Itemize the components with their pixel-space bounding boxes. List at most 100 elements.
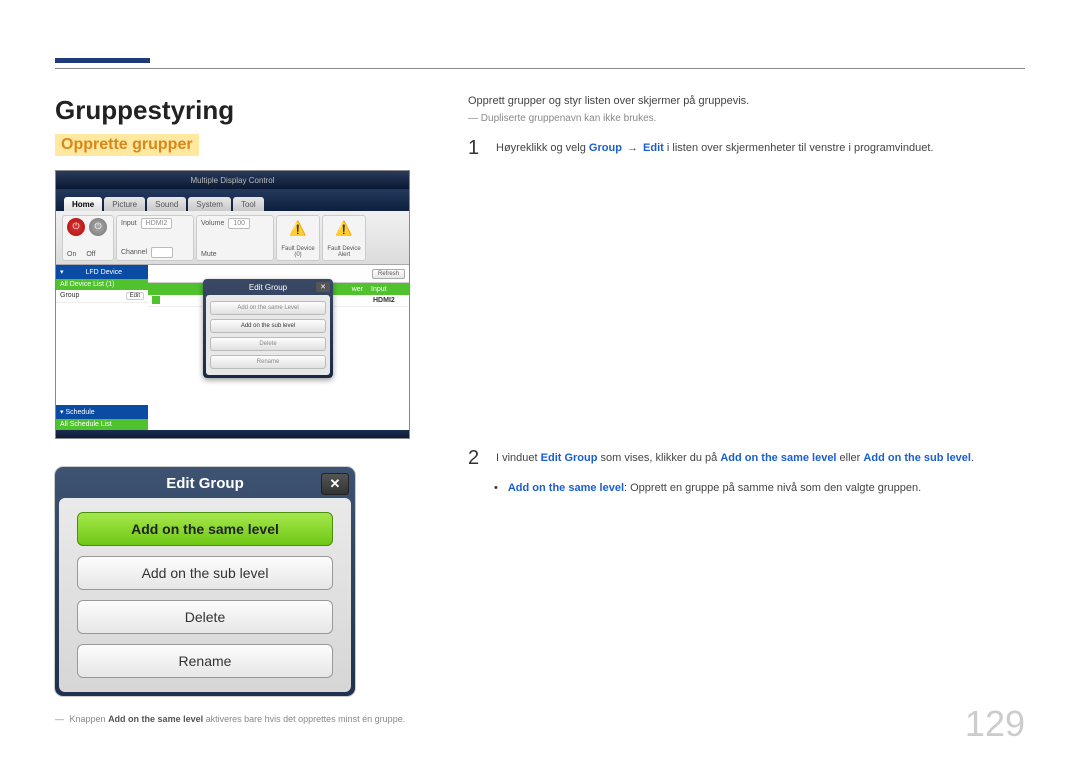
power-off-label: Off (86, 251, 95, 258)
close-icon[interactable]: ✕ (316, 282, 330, 292)
kw-add-same: Add on the same level (720, 452, 836, 464)
edit-group-dialog-large: Edit Group ✕ Add on the same level Add o… (55, 467, 355, 696)
top-rule (55, 68, 1025, 69)
input-label: Input (121, 220, 137, 227)
mdc-body: ▾ LFD Device All Device List (1) Group E… (56, 265, 409, 430)
power-on-label: On (67, 251, 76, 258)
mdc-tabs: Home Picture Sound System Tool (56, 189, 409, 211)
btn-add-sub-level[interactable]: Add on the sub level (77, 556, 333, 590)
step-2: 2 I vinduet Edit Group som vises, klikke… (468, 448, 1025, 468)
left-column: Gruppestyring Opprette grupper Multiple … (55, 95, 420, 724)
side-lfd-header[interactable]: ▾ LFD Device (56, 265, 148, 279)
volume-group: Volume 100 Mute (196, 215, 274, 261)
tab-sound[interactable]: Sound (147, 197, 186, 211)
tab-home[interactable]: Home (64, 197, 102, 211)
page-content: Gruppestyring Opprette grupper Multiple … (55, 95, 1025, 724)
mdc-toolbar: ⏻ ⏻ On Off Input HDMI2 Channel (56, 211, 409, 265)
intro-note: ― Dupliserte gruppenavn kan ikke brukes. (468, 113, 1025, 124)
power-on-icon[interactable]: ⏻ (67, 218, 85, 236)
col-input: Input (367, 286, 407, 293)
btn-rename[interactable]: Rename (77, 644, 333, 678)
kw-add-same-bullet: Add on the same level (508, 482, 624, 494)
refresh-button[interactable]: Refresh (372, 269, 405, 279)
step-1-text: Høyreklikk og velg Group → Edit i listen… (496, 138, 1025, 154)
btn-add-same-level[interactable]: Add on the same level (77, 512, 333, 546)
btn-delete[interactable]: Delete (77, 600, 333, 634)
fault-alert-label: Fault Device Alert (327, 246, 361, 258)
mute-label: Mute (201, 251, 217, 258)
tab-picture[interactable]: Picture (104, 197, 145, 211)
power-off-icon[interactable]: ⏻ (89, 218, 107, 236)
side-all-device[interactable]: All Device List (1) (56, 279, 148, 290)
footnote-dash: ― (55, 714, 64, 724)
chevron-down-icon: ▾ (60, 268, 64, 276)
note-prefix: ― (468, 113, 478, 124)
step-1: 1 Høyreklikk og velg Group → Edit i list… (468, 138, 1025, 158)
edit-group-dialog-small: Edit Group ✕ Add on the same Level Add o… (203, 279, 333, 378)
row-input: HDMI2 (369, 297, 409, 304)
opt-rename[interactable]: Rename (210, 355, 326, 369)
footnote-text1: Knappen (70, 714, 109, 724)
bullet-icon: • (494, 482, 498, 494)
power-group: ⏻ ⏻ On Off (62, 215, 114, 261)
kw-edit-group: Edit Group (541, 452, 598, 464)
tab-tool[interactable]: Tool (233, 197, 264, 211)
side-edit-btn[interactable]: Edit (126, 292, 144, 300)
opt-sub-level[interactable]: Add on the sub level (210, 319, 326, 333)
mdc-sidebar: ▾ LFD Device All Device List (1) Group E… (56, 265, 148, 430)
intro-text: Opprett grupper og styr listen over skje… (468, 95, 1025, 107)
kw-edit: Edit (643, 142, 664, 154)
side-group-label: Group (60, 292, 79, 300)
bullet-text: Add on the same level: Opprett en gruppe… (508, 482, 921, 494)
fault-alert-group: ⚠️ Fault Device Alert (322, 215, 366, 261)
page-number: 129 (965, 703, 1025, 745)
step-2-number: 2 (468, 448, 484, 468)
eg-title-row: Edit Group ✕ (59, 471, 351, 498)
close-icon[interactable]: ✕ (321, 473, 349, 495)
step-2-block: 2 I vinduet Edit Group som vises, klikke… (468, 448, 1025, 494)
side-group-row: Group Edit (56, 290, 148, 303)
side-schedule-header[interactable]: ▾ Schedule (56, 405, 148, 419)
eg-body: Add on the same level Add on the sub lev… (59, 498, 351, 692)
dialog-body: Add on the same Level Add on the sub lev… (206, 295, 330, 375)
footnote-text2: aktiveres bare hvis det opprettes minst … (203, 714, 405, 724)
mdc-main-panel: Refresh wer Input HDMI2 (148, 265, 409, 430)
heading-2: Opprette grupper (55, 134, 199, 156)
channel-label: Channel (121, 249, 147, 256)
dialog-title: Edit Group (249, 283, 287, 292)
heading-1: Gruppestyring (55, 95, 420, 126)
warning-icon: ⚠️ (287, 218, 309, 240)
fault-device-label: Fault Device (0) (281, 246, 315, 258)
fault-device-group: ⚠️ Fault Device (0) (276, 215, 320, 261)
tab-system[interactable]: System (188, 197, 231, 211)
volume-label: Volume (201, 220, 224, 227)
kw-add-sub: Add on the sub level (863, 452, 971, 464)
channel-select[interactable] (151, 247, 173, 258)
arrow-icon: → (627, 142, 638, 154)
input-group: Input HDMI2 Channel (116, 215, 194, 261)
right-column: Opprett grupper og styr listen over skje… (468, 95, 1025, 724)
footnote-bold: Add on the same level (108, 714, 203, 724)
check-icon (152, 296, 160, 304)
section-accent-bar (55, 58, 150, 63)
mdc-window-title: Multiple Display Control (56, 171, 409, 189)
side-lfd-label: LFD Device (85, 269, 122, 276)
kw-group: Group (589, 142, 622, 154)
step-2-text: I vinduet Edit Group som vises, klikker … (496, 448, 1025, 464)
dialog-title-row: Edit Group ✕ (206, 282, 330, 295)
volume-value[interactable]: 100 (228, 218, 250, 229)
side-all-schedule[interactable]: All Schedule List (56, 419, 148, 430)
footnote: ― Knappen Add on the same level aktivere… (55, 714, 420, 724)
eg-title: Edit Group (166, 475, 244, 492)
chevron-down-icon: ▾ (60, 409, 64, 416)
note-text: Dupliserte gruppenavn kan ikke brukes. (481, 113, 657, 124)
mdc-screenshot: Multiple Display Control Home Picture So… (55, 170, 410, 439)
col-power: wer (348, 286, 367, 293)
opt-delete[interactable]: Delete (210, 337, 326, 351)
step-1-number: 1 (468, 138, 484, 158)
opt-same-level[interactable]: Add on the same Level (210, 301, 326, 315)
side-spacer (56, 303, 148, 405)
bullet-1: • Add on the same level: Opprett en grup… (494, 482, 1025, 494)
input-select[interactable]: HDMI2 (141, 218, 173, 229)
warning-icon: ⚠️ (333, 218, 355, 240)
